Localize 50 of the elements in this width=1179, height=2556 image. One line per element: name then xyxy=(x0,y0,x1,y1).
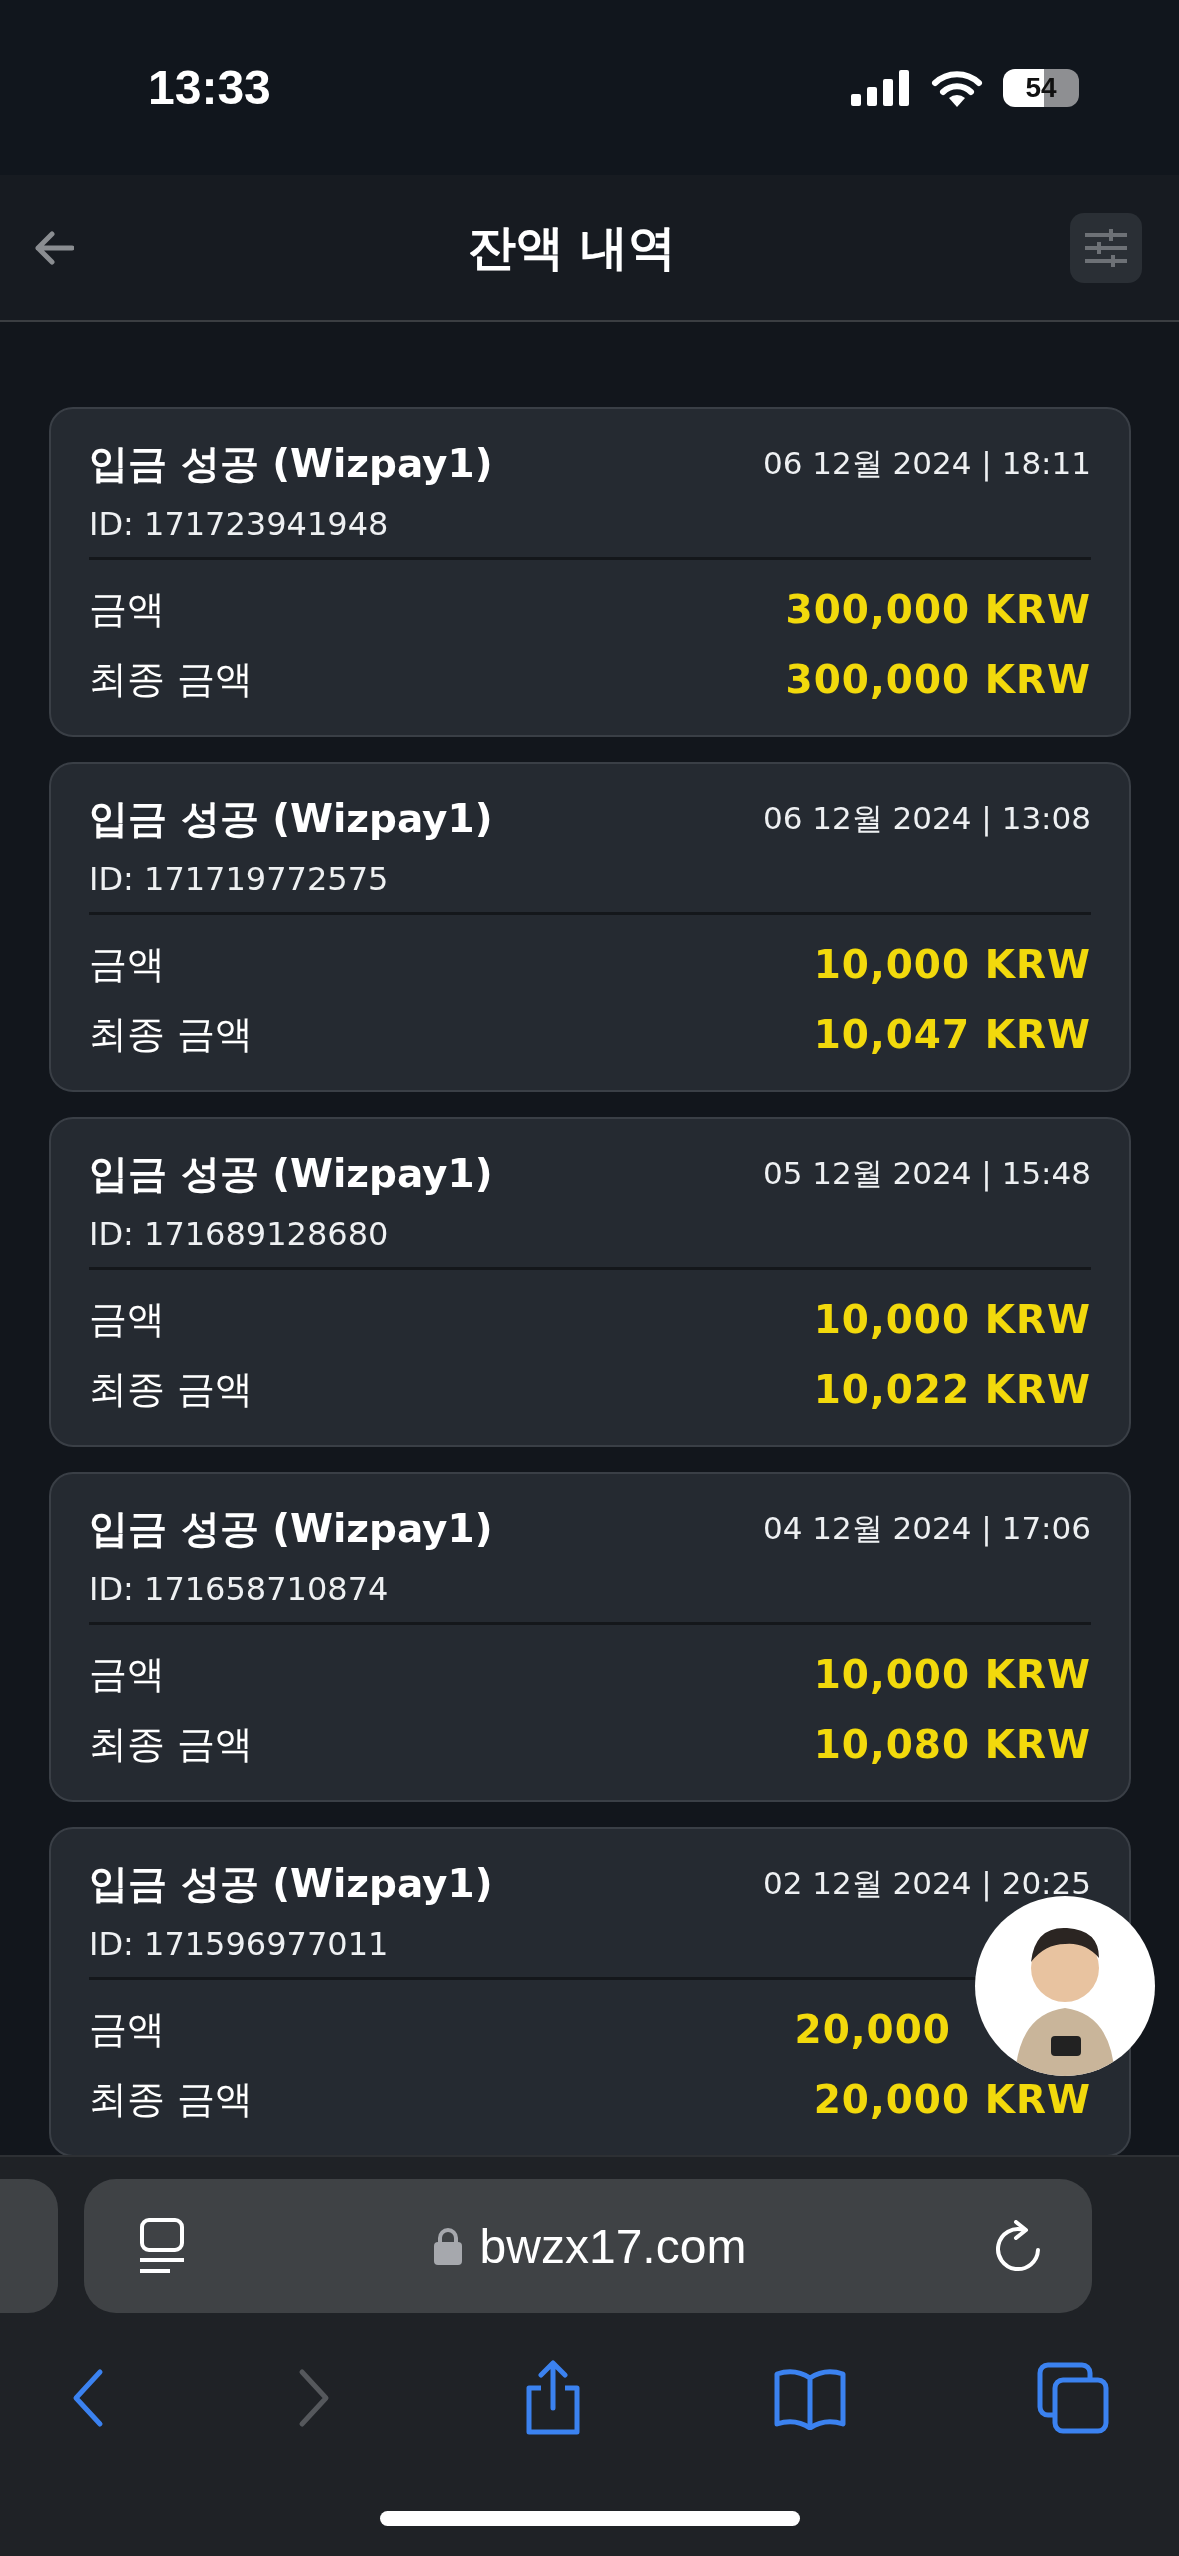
back-arrow-icon[interactable] xyxy=(34,230,74,265)
transaction-id: ID: 171723941948 xyxy=(89,505,390,543)
battery-icon: 54 xyxy=(1003,68,1079,107)
amount-label: 최종 금액 xyxy=(89,655,254,703)
filter-button[interactable] xyxy=(1070,212,1142,283)
page-menu-icon[interactable] xyxy=(138,2218,186,2274)
sliders-icon xyxy=(1083,228,1129,267)
amount-label: 최종 금액 xyxy=(89,1720,254,1768)
amount-value: 10,080 KRW xyxy=(813,1721,1091,1767)
book-icon[interactable] xyxy=(772,2366,847,2430)
signal-icon xyxy=(851,69,911,106)
amount-label: 최종 금액 xyxy=(89,1010,254,1058)
amount-value: 10,047 KRW xyxy=(813,1011,1091,1057)
amount-value: 20,000 KRW xyxy=(813,2076,1091,2122)
amount-label: 금액 xyxy=(89,1295,165,1343)
amount-value: 300,000 KRW xyxy=(785,656,1091,702)
amount-label: 금액 xyxy=(89,940,165,988)
transaction-title: 입금 성공 (Wizpay1) xyxy=(89,1505,493,1553)
transaction-date: 06 12월 2024 | 13:08 xyxy=(763,799,1091,839)
transaction-title: 입금 성공 (Wizpay1) xyxy=(89,1860,493,1908)
url-text: bwzx17.com xyxy=(479,2218,747,2274)
amount-label: 금액 xyxy=(89,1650,165,1698)
transaction-date: 06 12월 2024 | 18:11 xyxy=(763,444,1091,484)
tabs-icon[interactable] xyxy=(1037,2362,1109,2434)
amount-value: 20,000 xyxy=(794,2006,952,2052)
amount-value: 300,000 KRW xyxy=(785,586,1091,632)
transaction-id: ID: 171596977011 xyxy=(89,1925,390,1963)
wifi-icon xyxy=(931,68,983,107)
transaction-id: ID: 171658710874 xyxy=(89,1570,390,1608)
amount-value: 10,000 KRW xyxy=(813,941,1091,987)
lock-icon xyxy=(433,2227,462,2265)
amount-label: 금액 xyxy=(89,585,165,633)
status-time: 13:33 xyxy=(148,60,271,115)
amount-label: 최종 금액 xyxy=(89,2075,254,2123)
transaction-date: 02 12월 2024 | 20:25 xyxy=(763,1864,1091,1904)
amount-value: 10,000 KRW xyxy=(813,1296,1091,1342)
transaction-date: 05 12월 2024 | 15:48 xyxy=(763,1154,1091,1194)
transaction-id: ID: 171719772575 xyxy=(89,860,390,898)
transaction-title: 입금 성공 (Wizpay1) xyxy=(89,1150,493,1198)
amount-label: 최종 금액 xyxy=(89,1365,254,1413)
address-bar[interactable]: bwzx17.com xyxy=(84,2179,1092,2313)
transaction-id: ID: 171689128680 xyxy=(89,1215,390,1253)
reload-icon[interactable] xyxy=(994,2220,1042,2272)
amount-value: 10,000 KRW xyxy=(813,1651,1091,1697)
page-title: 잔액 내역 xyxy=(467,217,677,277)
amount-label: 금액 xyxy=(89,2005,165,2053)
transaction-date: 04 12월 2024 | 17:06 xyxy=(763,1509,1091,1549)
amount-value: 10,022 KRW xyxy=(813,1366,1091,1412)
transaction-title: 입금 성공 (Wizpay1) xyxy=(89,795,493,843)
transaction-title: 입금 성공 (Wizpay1) xyxy=(89,440,493,488)
